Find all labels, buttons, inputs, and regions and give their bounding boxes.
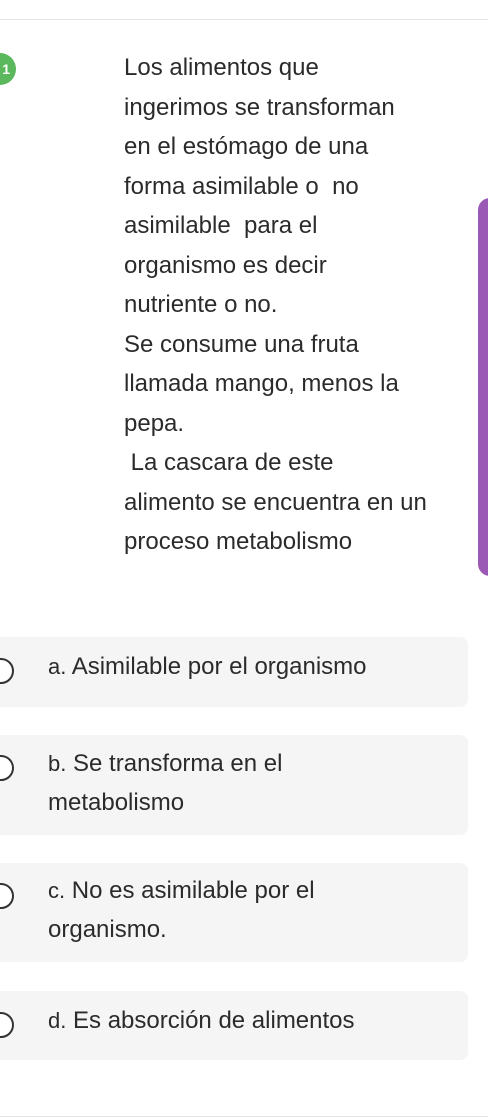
question-line: Los alimentos que (124, 54, 319, 81)
option-b-label-line-2: metabolismo (48, 789, 185, 816)
option-d-radio[interactable] (0, 1012, 14, 1038)
option-a-line: a. Asimilable por el organismo (48, 647, 428, 686)
option-c-label-line-2: organismo. (48, 916, 167, 943)
question-line: Se consume una fruta (124, 330, 359, 358)
top-divider (0, 19, 488, 20)
option-b-radio[interactable] (0, 755, 14, 781)
option-c[interactable]: c. No es asimilable por el organismo. (0, 863, 468, 962)
option-c-text: c. No es asimilable por el organismo. (48, 871, 428, 949)
option-c-label: No es asimilable por el (71, 877, 315, 904)
option-d-letter: d. (48, 1008, 67, 1033)
option-c-letter: c. (48, 878, 66, 903)
option-a-label: Asimilable por el organismo (71, 653, 367, 680)
question-line: organismo es decir (124, 251, 327, 279)
option-d-text: d. Es absorción de alimentos (48, 1001, 428, 1040)
option-a-letter: a. (48, 654, 67, 679)
option-c-radio[interactable] (0, 883, 14, 909)
option-b-text: b. Se transforma en el metabolismo (48, 744, 428, 822)
question-text: Los alimentos que ingerimos se transform… (124, 48, 474, 562)
question-line: en el estómago de una (124, 133, 369, 160)
question-line: asimilable para el (124, 212, 318, 239)
question-line: forma asimilable o no (124, 172, 359, 200)
question-line: nutriente o no. (124, 291, 278, 318)
option-b-line: b. Se transforma en el (48, 744, 428, 783)
option-d-label: Es absorción de alimentos (73, 1007, 355, 1034)
question-line: llamada mango, menos la (124, 370, 399, 397)
option-b-label: Se transforma en el (73, 750, 283, 777)
option-d-line: d. Es absorción de alimentos (48, 1001, 428, 1040)
question-number-badge: 1 (0, 53, 16, 85)
option-c-line: c. No es asimilable por el (48, 871, 428, 910)
option-a-radio[interactable] (0, 658, 14, 684)
option-b[interactable]: b. Se transforma en el metabolismo (0, 735, 468, 835)
bottom-divider (0, 1116, 488, 1117)
question-line: La cascara de este (124, 449, 334, 476)
question-line: pepa. (124, 409, 185, 437)
option-b-letter: b. (48, 751, 67, 776)
question-line: ingerimos se transforman (124, 93, 395, 121)
question-line: alimento se encuentra en un (124, 488, 427, 516)
option-a-text: a. Asimilable por el organismo (48, 647, 428, 686)
accent-side-bar (478, 198, 488, 576)
question-line: proceso metabolismo (124, 528, 353, 555)
question-number: 1 (2, 61, 10, 77)
option-a[interactable]: a. Asimilable por el organismo (0, 637, 468, 707)
option-d[interactable]: d. Es absorción de alimentos (0, 991, 468, 1060)
